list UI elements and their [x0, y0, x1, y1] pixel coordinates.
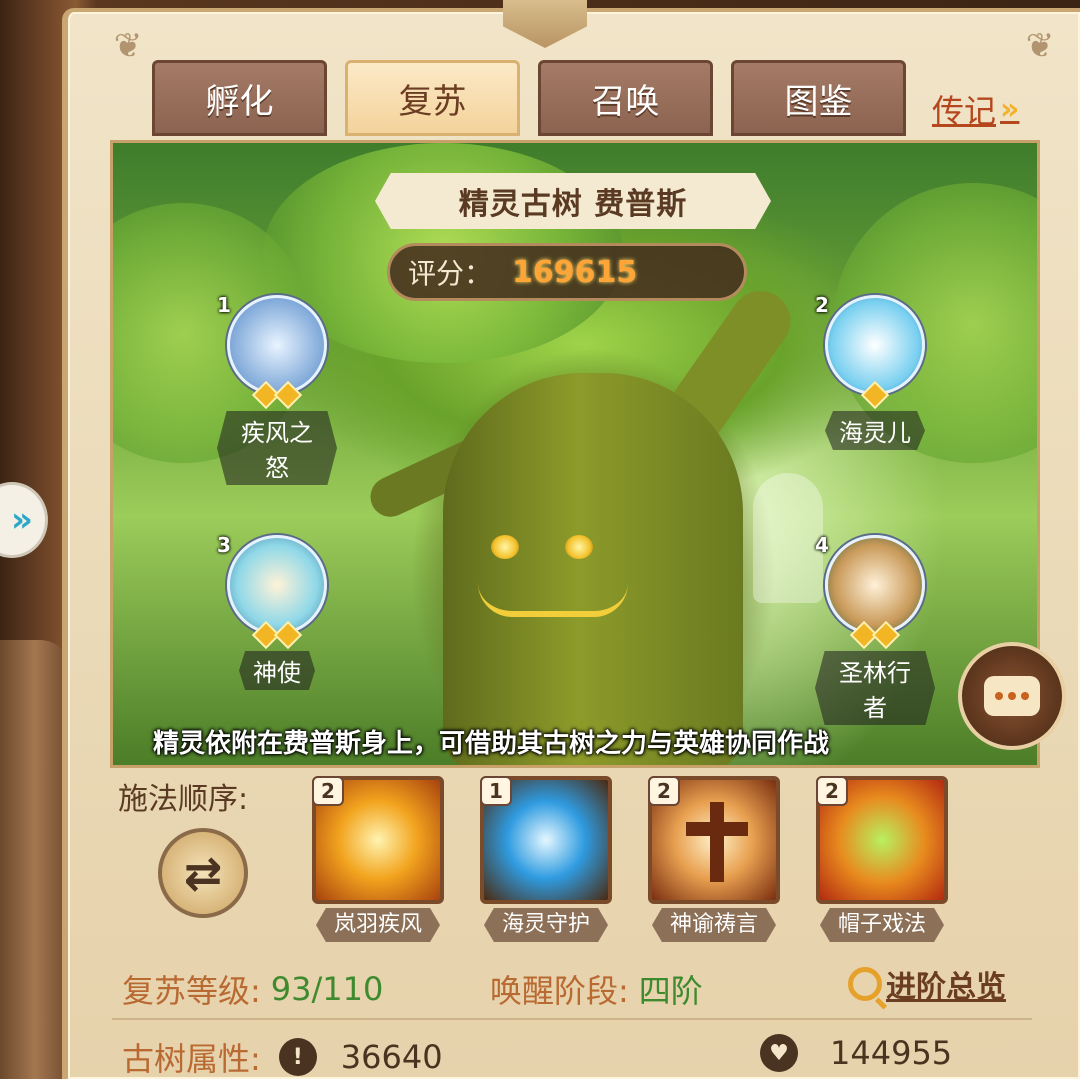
- holy-cross-skill-icon: 2: [648, 776, 780, 904]
- spirit-slot-number: 1: [217, 293, 231, 317]
- revival-level-label: 复苏等级:: [122, 972, 261, 1010]
- corner-ornament-right: ❦: [1025, 26, 1055, 66]
- tab-summon[interactable]: 召唤: [538, 60, 713, 136]
- tree-eye-right: [565, 535, 593, 559]
- star-icon: [273, 380, 303, 410]
- spirit-name: 圣林行者: [815, 651, 935, 725]
- main-tabs: 孵化 复苏 召唤 图鉴: [152, 60, 906, 136]
- advancement-overview-button[interactable]: 进阶总览: [848, 962, 1006, 1006]
- spirit-slot-2[interactable]: 2 海灵儿: [815, 293, 935, 450]
- skill-name: 岚羽疾风: [316, 908, 440, 942]
- skill-level-badge: 2: [648, 776, 680, 806]
- spirit-portrait: [227, 295, 327, 395]
- biography-link[interactable]: 传记 »: [932, 86, 1019, 132]
- skill-name: 海灵守护: [484, 908, 608, 942]
- spirit-slot-1[interactable]: 1 疾风之怒: [217, 293, 337, 485]
- tab-codex[interactable]: 图鉴: [731, 60, 906, 136]
- spirit-slot-number: 4: [815, 533, 829, 557]
- spirit-slot-3[interactable]: 3 神使: [217, 533, 337, 690]
- awaken-stage-row: 唤醒阶段: 四阶: [490, 966, 703, 1012]
- star-icon: [860, 380, 890, 410]
- star-rating: [217, 380, 337, 410]
- skill-name: 帽子戏法: [820, 908, 944, 942]
- whirlwind-skill-icon: 2: [312, 776, 444, 904]
- tree-eye-left: [491, 535, 519, 559]
- revival-level-value: 93/110: [270, 970, 384, 1008]
- search-icon: [848, 967, 882, 1001]
- spirit-name: 海灵儿: [825, 411, 925, 450]
- star-icon: [871, 620, 901, 650]
- spirit-name: 疾风之怒: [217, 411, 337, 485]
- star-rating: [815, 380, 935, 410]
- biography-link-label: 传记: [932, 92, 997, 130]
- chat-button[interactable]: [958, 642, 1066, 750]
- skill-level-badge: 2: [816, 776, 848, 806]
- cast-order-label: 施法顺序:: [118, 782, 249, 817]
- spirit-deer: [753, 473, 823, 603]
- corner-ornament-left: ❦: [113, 26, 143, 66]
- score-pill: 评分： 169615: [387, 243, 747, 301]
- tree-attributes-row: 古树属性: ! 36640: [122, 1034, 443, 1079]
- skill-level-badge: 1: [480, 776, 512, 806]
- attack-value: 36640: [340, 1038, 443, 1076]
- skill-name: 神谕祷言: [652, 908, 776, 942]
- skill-slot[interactable]: 2 神谕祷言: [648, 776, 780, 942]
- tree-description: 精灵依附在费普斯身上，可借助其古树之力与英雄协同作战: [153, 729, 830, 759]
- attack-icon: !: [278, 1038, 317, 1076]
- star-rating: [217, 620, 337, 650]
- skill-level-badge: 2: [312, 776, 344, 806]
- chat-bubble-icon: [984, 676, 1040, 716]
- spirit-portrait: [227, 535, 327, 635]
- spirit-slot-number: 3: [217, 533, 231, 557]
- spirit-slot-4[interactable]: 4 圣林行者: [815, 533, 935, 725]
- awaken-stage-value: 四阶: [638, 972, 703, 1010]
- ancient-tree-trunk: [443, 373, 743, 765]
- tree-hp-row: ♥ 144955: [760, 1034, 952, 1072]
- skill-slot[interactable]: 2 帽子戏法: [816, 776, 948, 942]
- revival-level-row: 复苏等级: 93/110: [122, 966, 383, 1012]
- divider: [112, 1018, 1032, 1020]
- tree-scene: 精灵古树 费普斯 评分： 169615 1 疾风之怒 2 海灵儿 3 神使 4 …: [110, 140, 1040, 768]
- crystal-shield-skill-icon: 1: [480, 776, 612, 904]
- score-value: 169615: [512, 254, 638, 290]
- awaken-stage-label: 唤醒阶段:: [490, 972, 629, 1010]
- tab-hatch[interactable]: 孵化: [152, 60, 327, 136]
- advancement-overview-label: 进阶总览: [886, 970, 1006, 1005]
- spirit-slot-number: 2: [815, 293, 829, 317]
- spirit-name: 神使: [239, 651, 315, 690]
- book-strap: [0, 640, 70, 1079]
- tree-mouth: [478, 583, 628, 617]
- magic-hat-skill-icon: 2: [816, 776, 948, 904]
- heart-icon: ♥: [760, 1034, 798, 1072]
- chevron-right-icon: »: [1000, 91, 1020, 127]
- skill-slot[interactable]: 2 岚羽疾风: [312, 776, 444, 942]
- tree-name-banner: 精灵古树 费普斯: [375, 173, 771, 229]
- swap-icon[interactable]: ⇄: [158, 828, 248, 918]
- cross-glyph: [686, 822, 748, 836]
- skill-slot[interactable]: 1 海灵守护: [480, 776, 612, 942]
- hp-value: 144955: [830, 1034, 953, 1072]
- cross-glyph: [710, 802, 724, 882]
- star-icon: [273, 620, 303, 650]
- star-rating: [815, 620, 935, 650]
- spirit-portrait: [825, 535, 925, 635]
- tree-attributes-label: 古树属性:: [122, 1040, 261, 1078]
- score-label: 评分：: [408, 257, 493, 290]
- tab-revive[interactable]: 复苏: [345, 60, 520, 136]
